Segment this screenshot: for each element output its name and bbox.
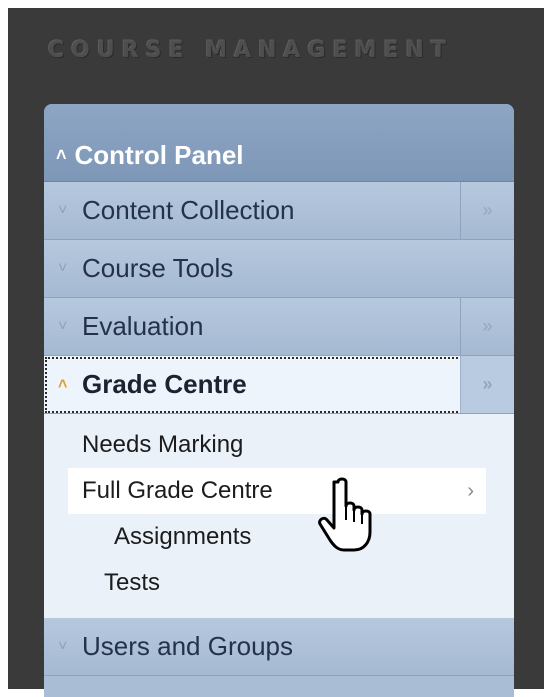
double-chevron-right-icon[interactable]: » xyxy=(460,182,514,239)
menu-item-users-and-groups[interactable]: ˅ Users and Groups xyxy=(44,618,514,676)
double-chevron-up-icon: ˄ xyxy=(56,145,67,165)
submenu-item-needs-marking[interactable]: Needs Marking xyxy=(44,422,514,468)
submenu-item-label: Tests xyxy=(104,569,161,596)
double-chevron-down-icon: ˅ xyxy=(58,201,68,219)
menu-item-label: Grade Centre xyxy=(82,369,247,399)
menu-item-label: Content Collection xyxy=(82,195,295,225)
menu-item-evaluation[interactable]: ˅ Evaluation » xyxy=(44,298,514,356)
course-management-frame: COURSE MANAGEMENT ˄ Control Panel ˅ Cont… xyxy=(8,8,544,697)
menu-item-grade-centre[interactable]: ˄ Grade Centre » xyxy=(44,356,514,414)
chevron-right-icon: › xyxy=(467,479,474,502)
control-panel: ˄ Control Panel ˅ Content Collection » ˅… xyxy=(44,104,514,697)
submenu-item-label: Assignments xyxy=(114,523,252,550)
control-panel-title-label: Control Panel xyxy=(74,140,244,170)
double-chevron-up-icon: ˄ xyxy=(58,375,68,393)
menu-item-label: Evaluation xyxy=(82,311,204,341)
course-management-header: COURSE MANAGEMENT xyxy=(48,38,453,63)
double-chevron-down-icon: ˅ xyxy=(58,317,68,335)
double-chevron-down-icon: ˅ xyxy=(58,637,68,655)
control-panel-title[interactable]: ˄ Control Panel xyxy=(44,104,514,182)
submenu-item-full-grade-centre[interactable]: Full Grade Centre › xyxy=(68,468,486,514)
menu-item-label: Users and Groups xyxy=(82,631,293,661)
submenu-item-label: Full Grade Centre xyxy=(82,477,273,504)
menu-item-label: Course Tools xyxy=(82,253,234,283)
double-chevron-right-icon[interactable]: » xyxy=(460,298,514,355)
double-chevron-right-icon[interactable]: » xyxy=(460,356,514,413)
submenu-item-assignments[interactable]: Assignments xyxy=(44,514,514,560)
menu-item-course-tools[interactable]: ˅ Course Tools xyxy=(44,240,514,298)
double-chevron-down-icon: ˅ xyxy=(58,259,68,277)
submenu-item-tests[interactable]: Tests xyxy=(44,560,514,606)
grade-centre-submenu: Needs Marking Full Grade Centre › Assign… xyxy=(44,414,514,618)
menu-item-content-collection[interactable]: ˅ Content Collection » xyxy=(44,182,514,240)
submenu-item-label: Needs Marking xyxy=(82,431,244,458)
